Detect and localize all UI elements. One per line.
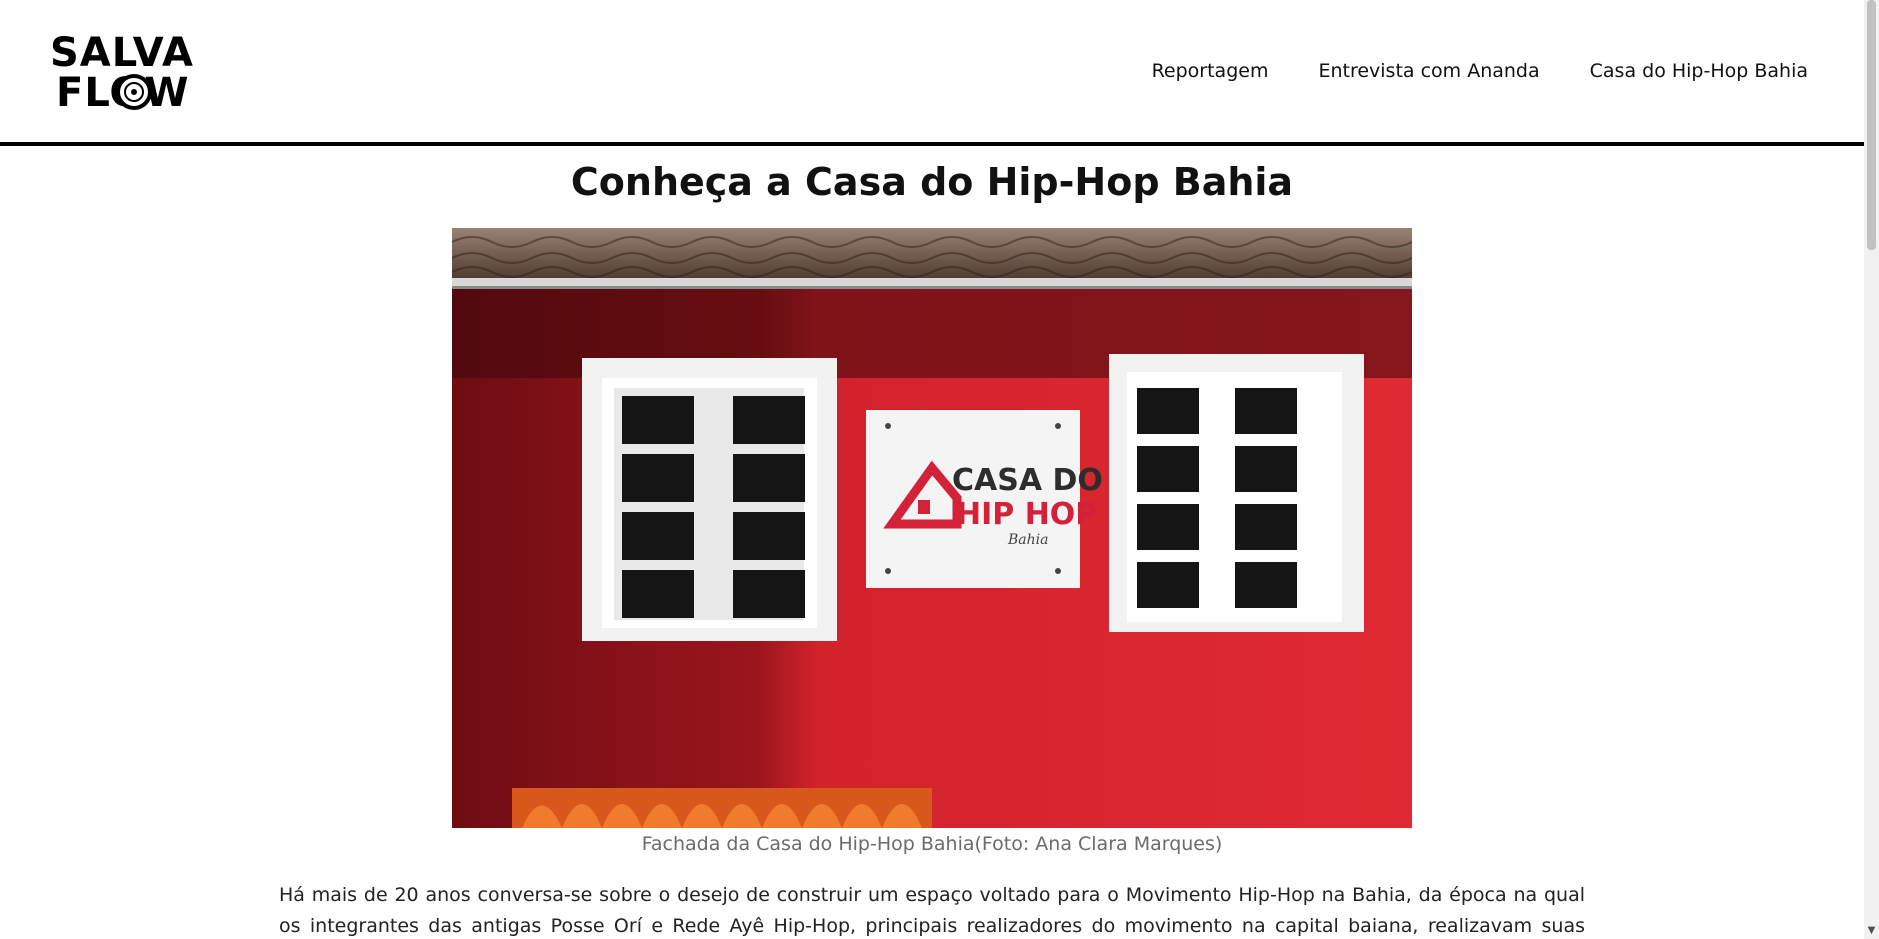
article-paragraph: Há mais de 20 anos conversa-se sobre o d…	[279, 884, 1585, 937]
casa-hip-hop-sign: CASA DO HIP HOP Bahia	[866, 410, 1103, 588]
vinyl-record-icon	[116, 74, 152, 110]
left-window	[582, 358, 837, 641]
sign-line3: Bahia	[1007, 532, 1048, 548]
right-window	[1109, 354, 1364, 632]
site-header: SALVA FLOW Reportagem Entrevista com Ana…	[0, 0, 1864, 146]
main-nav: Reportagem Entrevista com Ananda Casa do…	[1152, 60, 1808, 82]
article-photo: CASA DO HIP HOP Bahia	[452, 228, 1412, 828]
chevron-down-icon[interactable]: ▼	[1864, 925, 1879, 937]
nav-link-entrevista[interactable]: Entrevista com Ananda	[1318, 60, 1539, 82]
sign-line1: CASA DO	[952, 463, 1103, 498]
page-title: Conheça a Casa do Hip-Hop Bahia	[570, 160, 1294, 204]
page: SALVA FLOW Reportagem Entrevista com Ana…	[0, 0, 1879, 939]
logo-graphic: SALVA FLOW	[50, 30, 193, 116]
scroll-thumb[interactable]	[1867, 0, 1876, 250]
facade-illustration: CASA DO HIP HOP Bahia	[452, 228, 1412, 828]
photo-caption: Fachada da Casa do Hip-Hop Bahia(Foto: A…	[641, 833, 1223, 855]
sign-line2: HIP HOP	[956, 497, 1097, 532]
site-logo[interactable]: SALVA FLOW	[50, 30, 222, 116]
nav-link-casa-hip-hop[interactable]: Casa do Hip-Hop Bahia	[1590, 60, 1808, 82]
nav-link-reportagem[interactable]: Reportagem	[1152, 60, 1269, 82]
page-scrollbar[interactable]: ▼	[1864, 0, 1879, 939]
bottom-roof-tiles	[512, 788, 932, 828]
